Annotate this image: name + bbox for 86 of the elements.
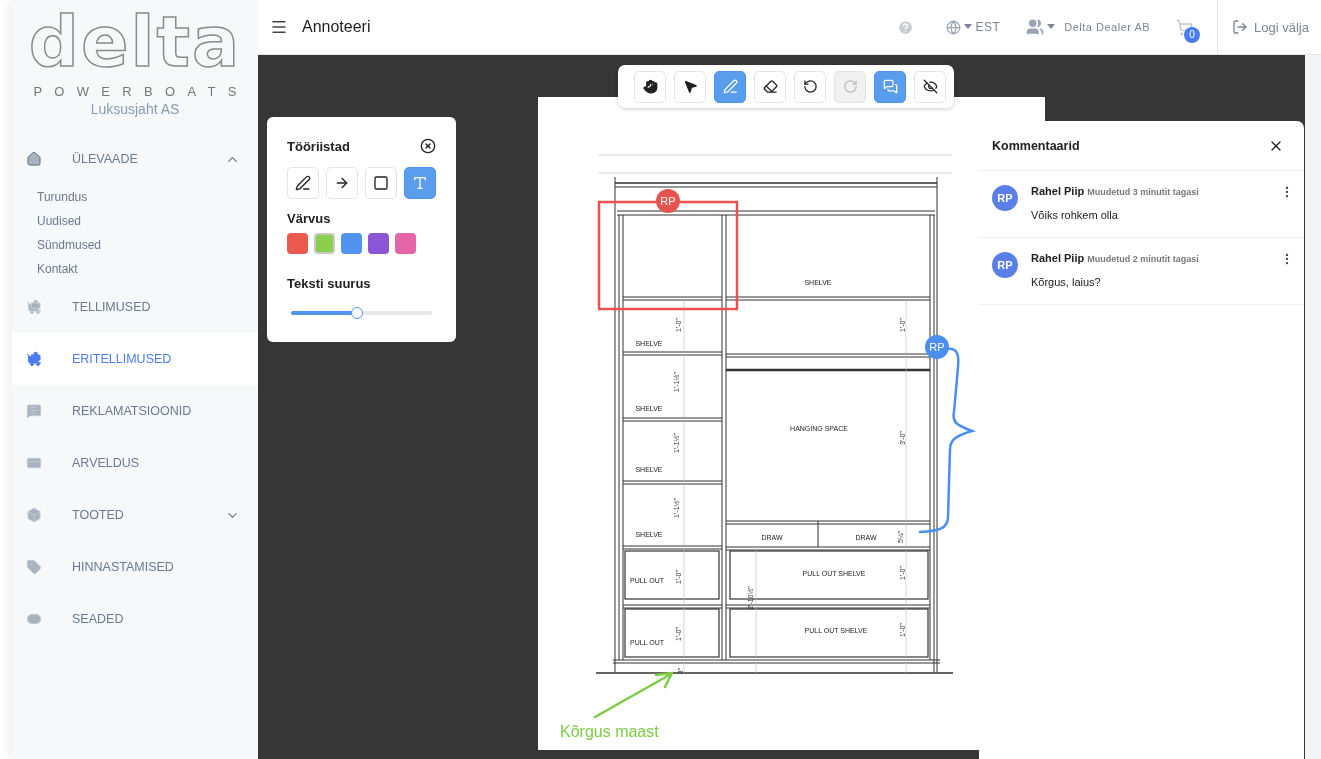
logo-wordmark: delta	[28, 2, 242, 82]
box-icon	[26, 507, 42, 523]
panel-title: Tööriistad	[287, 138, 350, 154]
eraser-icon	[762, 79, 778, 94]
trolley-icon	[26, 351, 42, 367]
nav-subitem[interactable]: Sündmused	[37, 238, 102, 252]
color-swatch[interactable]	[368, 233, 389, 254]
nav-label: ERITELLIMUSED	[72, 352, 173, 366]
card-icon	[26, 455, 42, 471]
comment-time: Muudetud 3 minutit tagasi	[1087, 187, 1199, 197]
nav-item[interactable]: SEADED	[12, 593, 258, 645]
undo-button[interactable]	[794, 70, 826, 103]
logo-tagline: POWERBOATS	[33, 84, 249, 99]
redo-icon	[842, 79, 858, 94]
comment-time: Muudetud 2 minutit tagasi	[1087, 254, 1199, 264]
nav-item[interactable]: TELLIMUSED	[12, 281, 258, 333]
annotation-arrow[interactable]	[593, 671, 674, 719]
nav-item[interactable]: ÜLEVAADE	[12, 133, 258, 185]
text-tool-button[interactable]	[404, 167, 436, 199]
nav-item[interactable]: TOOTED	[12, 489, 258, 541]
arrow-tool-button[interactable]	[326, 167, 358, 199]
comments-toggle-button[interactable]	[874, 70, 906, 103]
color-swatch[interactable]	[314, 233, 335, 254]
eye-off-icon	[922, 79, 938, 94]
logout-button[interactable]: Logi välja	[1217, 0, 1321, 55]
square-icon	[373, 175, 389, 191]
cart-count-badge: 0	[1184, 26, 1201, 43]
hand-icon	[642, 79, 658, 94]
nav-item[interactable]: HINNASTAMISED	[12, 541, 258, 593]
account-name[interactable]: Delta Dealer AB	[1064, 21, 1151, 33]
nav-label: TOOTED	[72, 508, 125, 522]
tag-icon	[26, 559, 42, 575]
chat-icon	[26, 403, 42, 419]
avatar: RP	[992, 185, 1018, 211]
close-icon	[420, 138, 436, 154]
company-name: Luksusjaht AS	[90, 101, 180, 117]
page-title: Annoteeri	[302, 18, 372, 36]
nav-label: ARVELDUS	[72, 456, 141, 470]
nav-label: REKLAMATSIOONID	[72, 404, 193, 418]
pen-icon	[722, 79, 738, 94]
cart-icon[interactable]	[1176, 18, 1194, 36]
color-swatch[interactable]	[287, 233, 308, 254]
nav-subitem[interactable]: Kontakt	[37, 262, 78, 276]
logout-icon	[1232, 19, 1249, 35]
comment-author: Rahel Piip	[1031, 185, 1085, 197]
menu-icon[interactable]	[270, 18, 288, 36]
comment-author: Rahel Piip	[1031, 252, 1085, 264]
undo-icon	[802, 79, 818, 94]
slider-thumb[interactable]	[351, 307, 364, 319]
panel-title: Kommentaarid	[992, 138, 1080, 153]
rectangle-tool-button[interactable]	[365, 167, 397, 199]
arrow-right-icon	[334, 175, 350, 191]
nav-item[interactable]: REKLAMATSIOONID	[12, 385, 258, 437]
language-selector[interactable]: EST	[975, 20, 1001, 34]
trolley-icon	[26, 299, 42, 315]
color-swatch[interactable]	[341, 233, 362, 254]
nav-label: TELLIMUSED	[72, 300, 152, 314]
section-label: Värvus	[287, 211, 332, 226]
avatar: RP	[992, 252, 1018, 278]
eraser-tool-button[interactable]	[754, 70, 786, 103]
nav-label: ÜLEVAADE	[72, 152, 139, 166]
hand-tool-button[interactable]	[634, 70, 666, 103]
chat-bubbles-icon	[882, 79, 898, 94]
caret-icon	[1047, 24, 1056, 30]
caret-icon	[964, 24, 973, 30]
comment-text: Võiks rohkem olla	[1031, 209, 1119, 221]
pointer-icon	[682, 79, 698, 94]
author-badge[interactable]: RP	[656, 189, 680, 213]
color-swatch[interactable]	[395, 233, 416, 254]
nav-label: HINNASTAMISED	[72, 560, 175, 574]
nav-item[interactable]: ARVELDUS	[12, 437, 258, 489]
pointer-tool-button[interactable]	[674, 70, 706, 103]
nav-subitem[interactable]: Uudised	[37, 214, 82, 228]
comment-text: Kõrgus, laius?	[1031, 276, 1102, 288]
home-icon	[26, 151, 42, 167]
close-button[interactable]	[420, 138, 436, 154]
globe-icon[interactable]	[946, 19, 962, 35]
pen-icon	[295, 175, 311, 191]
author-badge[interactable]: RP	[925, 335, 949, 359]
users-icon[interactable]	[1026, 18, 1045, 36]
text-icon	[412, 175, 428, 191]
section-label: Teksti suurus	[287, 276, 372, 291]
nav-label: SEADED	[72, 612, 125, 626]
nav-item[interactable]: ERITELLIMUSED	[12, 333, 258, 385]
nav-subitem[interactable]: Turundus	[37, 190, 88, 204]
hide-annotations-button[interactable]	[914, 70, 946, 103]
